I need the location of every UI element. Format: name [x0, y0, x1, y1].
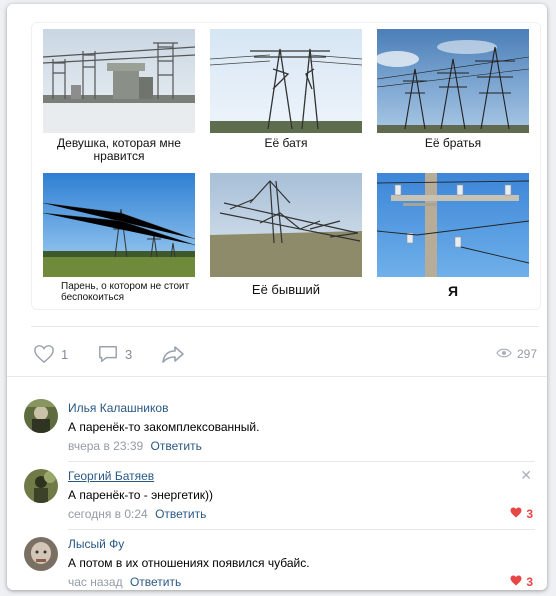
comment-like-button[interactable]: 3 — [510, 507, 533, 521]
comments-section: Илья Калашников А паренёк-то закомплексо… — [7, 376, 547, 590]
meme-caption: Её братья — [424, 136, 482, 150]
avatar[interactable] — [24, 399, 58, 433]
comment-button[interactable]: 3 — [97, 340, 132, 368]
like-count: 1 — [61, 346, 69, 362]
reply-link[interactable]: Ответить — [130, 575, 181, 589]
views-count: 297 — [516, 347, 537, 361]
comment-like-button[interactable]: 3 — [510, 575, 533, 589]
brothers-picture — [377, 29, 529, 133]
fallen-tower-picture — [210, 173, 362, 277]
post-actions: 1 3 297 — [31, 340, 539, 368]
comment-like-count: 3 — [526, 507, 533, 521]
comment-count: 3 — [125, 346, 133, 362]
comment-author[interactable]: Илья Калашников — [68, 401, 168, 415]
wooden-pole-picture — [377, 173, 529, 277]
field-tower-picture — [43, 173, 195, 277]
meme-image[interactable]: Девушка, которая мне нравится Её батя Её… — [31, 22, 541, 310]
reply-link[interactable]: Ответить — [151, 439, 202, 453]
substation-picture — [43, 29, 195, 133]
heart-filled-icon — [510, 507, 522, 521]
delete-comment-button[interactable]: ✕ — [520, 467, 532, 484]
comment-like-count: 3 — [526, 575, 533, 589]
comment-text: А паренёк-то - энергетик)) — [68, 488, 214, 502]
comment-time[interactable]: час назад — [68, 575, 123, 589]
actions-divider — [31, 326, 539, 327]
comment-time[interactable]: вчера в 23:39 — [68, 439, 143, 453]
comment-text: А паренёк-то закомплексованный. — [68, 420, 260, 434]
reply-link[interactable]: Ответить — [155, 507, 206, 521]
heart-filled-icon — [510, 575, 522, 589]
comment-meta: час назад Ответить — [68, 575, 181, 589]
meme-caption: Парень, о котором не стоит беспокоиться — [61, 281, 190, 303]
comment-separator — [68, 461, 535, 462]
comment-author[interactable]: Лысый Фу — [68, 537, 124, 551]
close-icon: ✕ — [520, 467, 532, 483]
like-button[interactable]: 1 — [33, 340, 68, 368]
heart-outline-icon — [33, 344, 55, 364]
comment-meta: сегодня в 0:24 Ответить — [68, 507, 206, 521]
comment-text: А потом в их отношениях появился чубайс. — [68, 556, 310, 570]
comment-bubble-icon — [97, 344, 119, 364]
share-button[interactable] — [161, 340, 185, 368]
comment-meta: вчера в 23:39 Ответить — [68, 439, 202, 453]
avatar[interactable] — [24, 469, 58, 503]
meme-caption: Её батя — [264, 136, 308, 150]
avatar[interactable] — [24, 537, 58, 571]
eye-icon — [496, 347, 512, 361]
comment-separator — [68, 529, 535, 530]
views-counter: 297 — [496, 340, 537, 368]
meme-caption: Её бывший — [251, 282, 321, 297]
meme-caption: Девушка, которая мне нравится — [57, 136, 181, 163]
share-arrow-icon — [161, 344, 185, 364]
meme-caption: Я — [447, 283, 459, 299]
big-tower-picture — [210, 29, 362, 133]
comment-author[interactable]: Георгий Батяев — [68, 469, 154, 483]
comment-time[interactable]: сегодня в 0:24 — [68, 507, 148, 521]
post-card: Девушка, которая мне нравится Её батя Её… — [7, 4, 547, 590]
